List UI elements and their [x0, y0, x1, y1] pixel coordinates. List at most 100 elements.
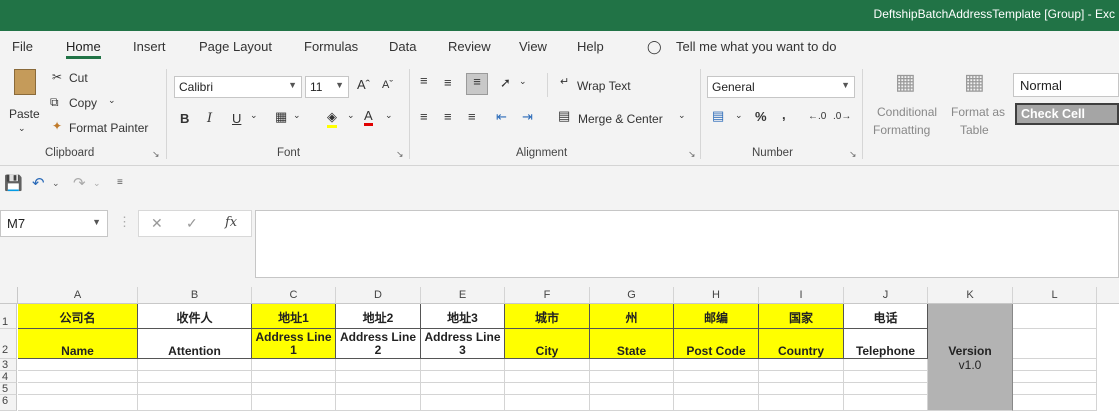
orientation-icon[interactable]: ➚ — [500, 75, 511, 91]
number-launcher-icon[interactable]: ↘ — [849, 149, 857, 160]
cell-i3[interactable] — [759, 359, 844, 371]
bold-button[interactable]: B — [180, 111, 189, 126]
fill-dropdown-icon[interactable]: ⌄ — [347, 110, 355, 121]
cell-f4[interactable] — [505, 371, 590, 383]
version-cell[interactable]: Version v1.0 — [928, 304, 1013, 411]
increase-indent-icon[interactable]: ⇥ — [522, 109, 533, 125]
tab-data[interactable]: Data — [389, 39, 416, 54]
cell-a4[interactable] — [18, 371, 138, 383]
cell-j5[interactable] — [844, 383, 928, 395]
cell-h3[interactable] — [674, 359, 759, 371]
enter-icon[interactable]: ✓ — [186, 215, 198, 232]
decrease-decimal-icon[interactable]: .0→ — [833, 111, 851, 122]
align-center-icon[interactable]: ≡ — [444, 109, 452, 124]
conditional-formatting-icon[interactable]: ▦ — [895, 69, 916, 95]
cell-h5[interactable] — [674, 383, 759, 395]
cell-f5[interactable] — [505, 383, 590, 395]
tab-view[interactable]: View — [519, 39, 547, 54]
formula-input[interactable] — [255, 210, 1119, 278]
conditional-formatting-label[interactable]: Conditional — [877, 105, 937, 119]
cell-d6[interactable] — [336, 395, 421, 411]
column-header-i[interactable]: I — [759, 287, 844, 304]
format-as-table-label-2[interactable]: Table — [960, 123, 989, 137]
cell-f1[interactable]: 城市 — [505, 304, 590, 329]
cell-h4[interactable] — [674, 371, 759, 383]
customize-toolbar-icon[interactable]: ≡ — [117, 177, 123, 188]
undo-icon[interactable]: ↶ — [32, 174, 45, 192]
cell-d2[interactable]: Address Line 2 — [336, 329, 421, 359]
decrease-indent-icon[interactable]: ⇤ — [496, 109, 507, 125]
merge-center-icon[interactable]: ▤ — [558, 108, 570, 124]
cell-i6[interactable] — [759, 395, 844, 411]
clipboard-launcher-icon[interactable]: ↘ — [152, 149, 160, 160]
wrap-text-button[interactable]: Wrap Text — [577, 79, 631, 93]
format-as-table-label[interactable]: Format as — [951, 105, 1005, 119]
cell-g1[interactable]: 州 — [590, 304, 674, 329]
cell-l3[interactable] — [1013, 359, 1097, 371]
cell-e6[interactable] — [421, 395, 505, 411]
cell-l5[interactable] — [1013, 383, 1097, 395]
cell-a3[interactable] — [18, 359, 138, 371]
cell-f6[interactable] — [505, 395, 590, 411]
cell-l4[interactable] — [1013, 371, 1097, 383]
cell-c6[interactable] — [252, 395, 336, 411]
cell-b5[interactable] — [138, 383, 252, 395]
cell-h2[interactable]: Post Code — [674, 329, 759, 359]
row-header-5[interactable]: 5 — [0, 383, 17, 395]
redo-icon[interactable]: ↷ — [73, 174, 86, 192]
cell-i5[interactable] — [759, 383, 844, 395]
redo-dropdown-icon[interactable]: ⌄ — [93, 178, 101, 189]
row-header-1[interactable]: 1 — [0, 304, 17, 329]
row-header-4[interactable]: 4 — [0, 371, 17, 383]
cell-c1[interactable]: 地址1 — [252, 304, 336, 329]
align-bottom-icon[interactable]: ≡ — [466, 73, 488, 95]
cell-g2[interactable]: State — [590, 329, 674, 359]
cell-i1[interactable]: 国家 — [759, 304, 844, 329]
tab-file[interactable]: File — [12, 39, 33, 54]
cell-l1[interactable] — [1013, 304, 1097, 329]
cell-j3[interactable] — [844, 359, 928, 371]
format-painter-icon[interactable]: ✦ — [52, 119, 62, 133]
cell-b6[interactable] — [138, 395, 252, 411]
cell-b1[interactable]: 收件人 — [138, 304, 252, 329]
alignment-launcher-icon[interactable]: ↘ — [688, 149, 696, 160]
paste-dropdown-icon[interactable]: ⌄ — [18, 123, 26, 134]
format-painter-button[interactable]: Format Painter — [69, 121, 148, 135]
column-header-j[interactable]: J — [844, 287, 928, 304]
column-header-h[interactable]: H — [674, 287, 759, 304]
column-header-g[interactable]: G — [590, 287, 674, 304]
underline-button[interactable]: U — [232, 111, 241, 126]
tell-me-search[interactable]: Tell me what you want to do — [676, 39, 836, 54]
paste-button[interactable]: Paste — [9, 107, 40, 121]
conditional-formatting-label-2[interactable]: Formatting — [873, 123, 930, 137]
cell-c2[interactable]: Address Line 1 — [252, 329, 336, 359]
comma-style-button[interactable]: , — [782, 107, 786, 122]
undo-dropdown-icon[interactable]: ⌄ — [52, 178, 60, 189]
cut-button[interactable]: Cut — [69, 71, 88, 85]
select-all-corner[interactable] — [0, 287, 18, 304]
cell-b4[interactable] — [138, 371, 252, 383]
column-header-k[interactable]: K — [928, 287, 1013, 304]
name-box[interactable]: M7 ▼ — [0, 210, 108, 237]
column-header-b[interactable]: B — [138, 287, 252, 304]
font-color-dropdown-icon[interactable]: ⌄ — [385, 110, 393, 121]
tab-home[interactable]: Home — [66, 39, 101, 59]
align-middle-icon[interactable]: ≡ — [444, 75, 452, 90]
cell-b2[interactable]: Attention — [138, 329, 252, 359]
underline-dropdown-icon[interactable]: ⌄ — [250, 110, 258, 121]
cell-l6[interactable] — [1013, 395, 1097, 411]
scissors-icon[interactable]: ✂ — [52, 70, 62, 84]
cell-g6[interactable] — [590, 395, 674, 411]
cell-b3[interactable] — [138, 359, 252, 371]
tab-formulas[interactable]: Formulas — [304, 39, 358, 54]
cell-c3[interactable] — [252, 359, 336, 371]
cell-e5[interactable] — [421, 383, 505, 395]
tab-page-layout[interactable]: Page Layout — [199, 39, 272, 54]
borders-dropdown-icon[interactable]: ⌄ — [293, 110, 301, 121]
merge-center-button[interactable]: Merge & Center — [578, 112, 663, 126]
cell-g3[interactable] — [590, 359, 674, 371]
cell-j1[interactable]: 电话 — [844, 304, 928, 329]
cell-e3[interactable] — [421, 359, 505, 371]
cell-h1[interactable]: 邮编 — [674, 304, 759, 329]
borders-icon[interactable]: ▦ — [275, 109, 287, 125]
